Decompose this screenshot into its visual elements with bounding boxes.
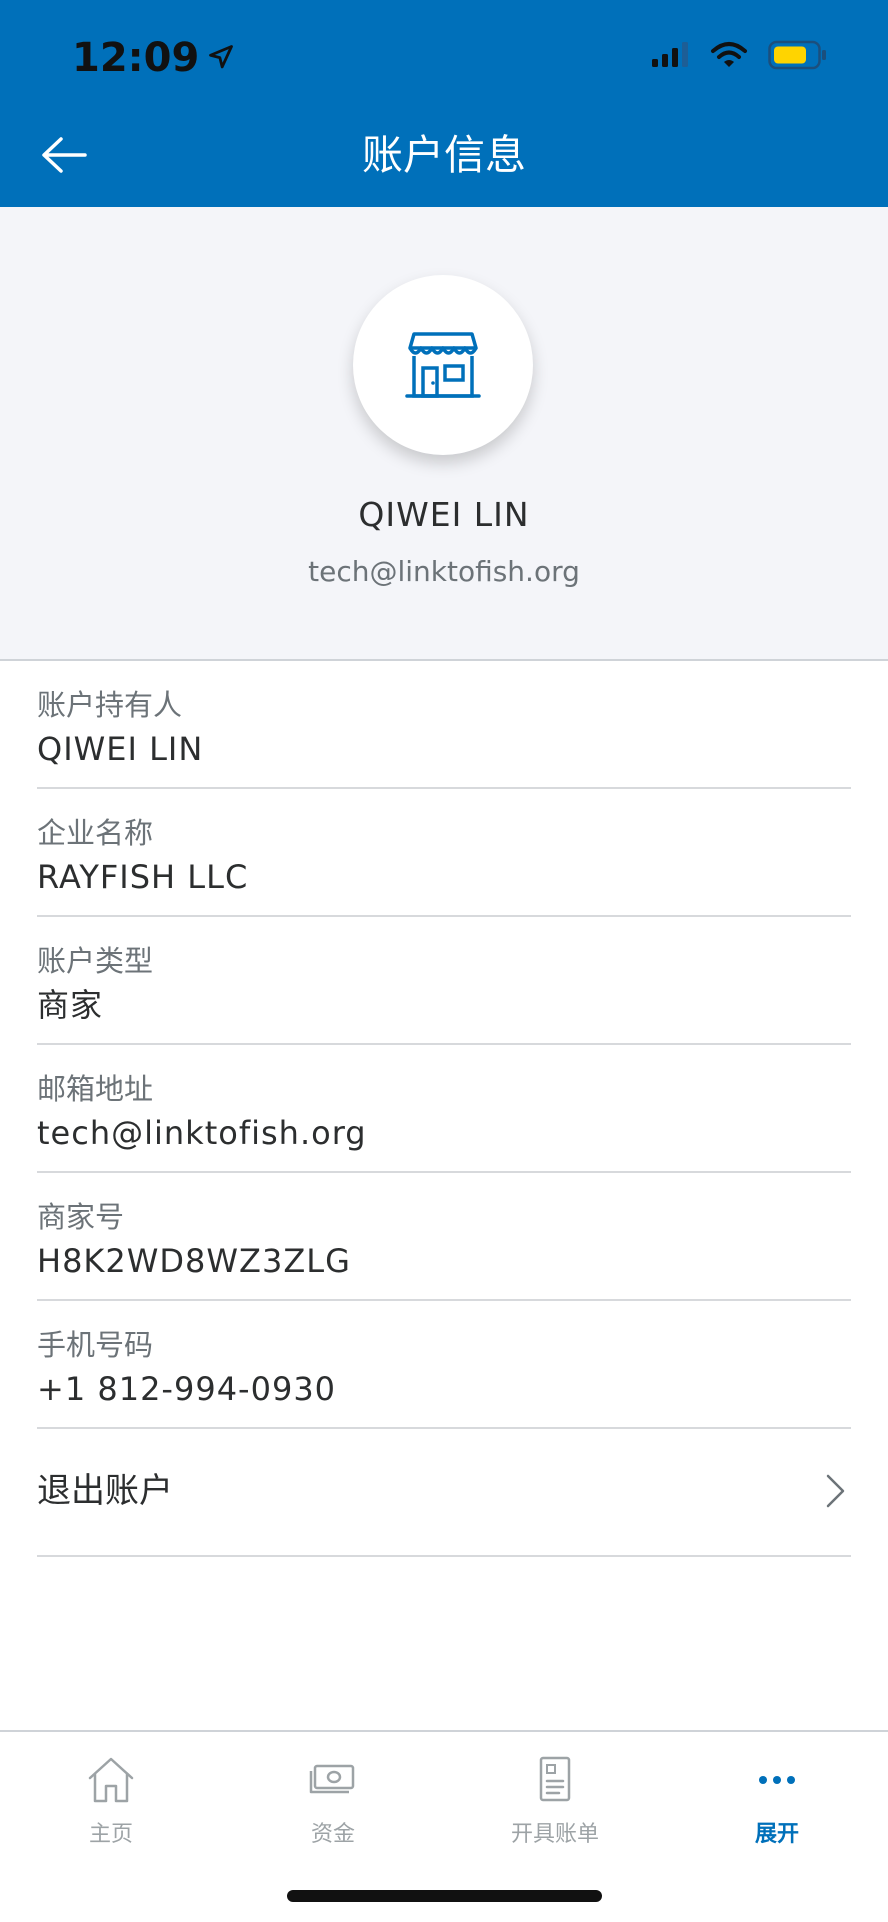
info-row-email: 邮箱地址 tech@linktofish.org — [37, 1045, 851, 1173]
store-icon — [405, 332, 481, 398]
tab-label: 主页 — [88, 1822, 133, 1847]
home-indicator — [287, 1890, 602, 1902]
tab-funds[interactable]: 资金 — [222, 1752, 444, 1872]
home-icon — [88, 1757, 134, 1803]
info-row-merchant-id: 商家号 H8K2WD8WZ3ZLG — [37, 1173, 851, 1301]
status-time-text: 12:09 — [72, 35, 200, 81]
money-icon — [309, 1764, 355, 1794]
info-label: 邮箱地址 — [37, 1072, 154, 1106]
status-bar-indicators — [650, 40, 828, 74]
profile-email: tech@linktofish.org — [308, 555, 580, 588]
info-value: 商家 — [37, 986, 104, 1024]
profile-card: QIWEI LIN tech@linktofish.org — [0, 207, 888, 661]
location-arrow-icon — [207, 32, 235, 84]
battery-icon — [768, 40, 828, 74]
chevron-right-icon — [826, 1474, 845, 1508]
tab-invoice[interactable]: 开具账单 — [444, 1752, 666, 1872]
tab-label: 开具账单 — [510, 1822, 599, 1847]
logout-label: 退出账户 — [37, 1471, 173, 1511]
tab-home[interactable]: 主页 — [0, 1752, 222, 1872]
signal-icon — [650, 41, 690, 73]
wifi-icon — [710, 41, 748, 73]
page-title: 账户信息 — [362, 131, 526, 179]
info-label: 商家号 — [37, 1200, 125, 1234]
tab-more[interactable]: 展开 — [666, 1752, 888, 1872]
avatar — [353, 275, 533, 455]
info-value: H8K2WD8WZ3ZLG — [37, 1242, 351, 1280]
info-label: 账户类型 — [37, 944, 154, 978]
more-icon — [759, 1776, 795, 1784]
info-row-account-holder: 账户持有人 QIWEI LIN — [37, 661, 851, 789]
info-row-phone: 手机号码 +1 812-994-0930 — [37, 1301, 851, 1429]
info-label: 企业名称 — [37, 816, 154, 850]
info-value: tech@linktofish.org — [37, 1114, 367, 1152]
invoice-icon — [539, 1756, 571, 1802]
info-value: +1 812-994-0930 — [37, 1370, 337, 1408]
info-value: QIWEI LIN — [37, 730, 204, 768]
info-value: RAYFISH LLC — [37, 858, 249, 896]
logout-button[interactable]: 退出账户 — [37, 1429, 851, 1557]
status-bar-time: 12:09 — [72, 32, 235, 84]
info-row-account-type: 账户类型 商家 — [37, 917, 851, 1045]
profile-name: QIWEI LIN — [358, 495, 530, 534]
info-row-business-name: 企业名称 RAYFISH LLC — [37, 789, 851, 917]
tab-label: 资金 — [310, 1822, 355, 1847]
app-header: 12:09 账户信息 — [0, 0, 888, 207]
info-label: 手机号码 — [37, 1328, 154, 1362]
info-label: 账户持有人 — [37, 688, 183, 722]
tab-label: 展开 — [754, 1822, 799, 1847]
account-info-list: 账户持有人 QIWEI LIN 企业名称 RAYFISH LLC 账户类型 商家… — [37, 661, 851, 1557]
